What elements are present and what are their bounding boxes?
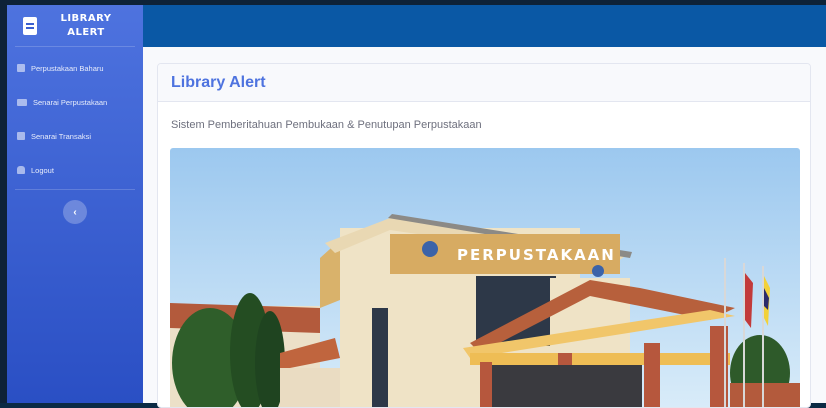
page-title: Library Alert [171,73,266,91]
library-building-photo: PERPUSTAKAAN [170,148,800,407]
sidebar-item-logout[interactable]: Logout [7,153,143,187]
content-card: Library Alert Sistem Pemberitahuan Pembu… [157,63,811,408]
app-frame: LIBRARY ALERT Perpustakaan Baharu Senara… [0,0,826,408]
sidebar-brand[interactable]: LIBRARY ALERT [15,5,135,47]
sidebar: LIBRARY ALERT Perpustakaan Baharu Senara… [7,5,143,403]
sidebar-item-label: Senarai Perpustakaan [33,97,108,107]
library-building-illustration: PERPUSTAKAAN [170,148,800,407]
main-content: Library Alert Sistem Pemberitahuan Pembu… [143,47,826,408]
book-icon [23,16,37,35]
sidebar-item-label: Logout [31,165,54,175]
brand-line-2: ALERT [67,26,105,38]
sidebar-item-label: Perpustakaan Baharu [31,63,104,73]
brand-line-1: LIBRARY [60,12,112,24]
library-icon [17,98,27,106]
topbar [143,5,826,47]
brand-title: LIBRARY ALERT [37,12,135,40]
sidebar-toggle-button[interactable]: ‹ [63,200,87,224]
sidebar-item-label: Senarai Transaksi [31,131,92,141]
table-icon [17,132,25,140]
card-header: Library Alert [158,64,810,102]
user-icon [17,166,25,174]
building-sign-text: PERPUSTAKAAN [457,246,616,264]
sidebar-nav: Perpustakaan Baharu Senarai Perpustakaan… [7,51,143,187]
book-icon [17,64,25,72]
sidebar-divider [15,189,135,190]
sidebar-item-perpustakaan-baharu[interactable]: Perpustakaan Baharu [7,51,143,85]
sidebar-item-senarai-perpustakaan[interactable]: Senarai Perpustakaan [7,85,143,119]
sidebar-item-senarai-transaksi[interactable]: Senarai Transaksi [7,119,143,153]
page-subtitle: Sistem Pemberitahuan Pembukaan & Penutup… [171,119,482,131]
